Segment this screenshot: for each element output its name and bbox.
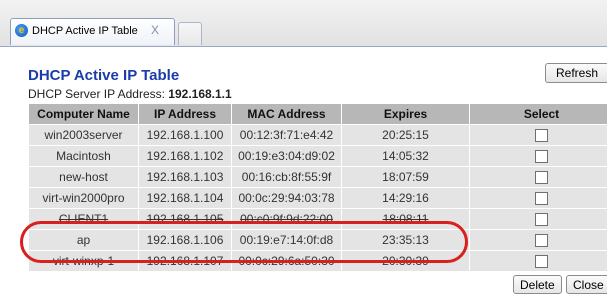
cell-select bbox=[470, 251, 607, 271]
cell-mac-address: 00:16:cb:8f:55:9f bbox=[232, 167, 341, 187]
cell-mac-address: 00:12:3f:71:e4:42 bbox=[232, 125, 341, 145]
cell-select bbox=[470, 188, 607, 208]
cell-mac-address: 00:19:e7:14:0f:d8 bbox=[232, 230, 341, 250]
refresh-button[interactable]: Refresh bbox=[545, 63, 607, 83]
cell-select bbox=[470, 125, 607, 145]
select-checkbox[interactable] bbox=[535, 192, 548, 206]
table-row: Macintosh 192.168.1.102 00:19:e3:04:d9:0… bbox=[29, 146, 607, 166]
cell-computer-name: virt-win2000pro bbox=[29, 188, 138, 208]
cell-computer-name: win2003server bbox=[29, 125, 138, 145]
select-checkbox[interactable] bbox=[535, 150, 548, 164]
browser-tab[interactable]: e DHCP Active IP Table X bbox=[10, 18, 175, 45]
table-row-highlighted: ap 192.168.1.106 00:19:e7:14:0f:d8 23:35… bbox=[29, 230, 607, 250]
tab-title: DHCP Active IP Table bbox=[32, 25, 138, 37]
server-ip-value: 192.168.1.1 bbox=[168, 87, 232, 101]
select-checkbox[interactable] bbox=[535, 213, 548, 227]
cell-ip-address: 192.168.1.106 bbox=[139, 230, 231, 250]
cell-computer-name: ap bbox=[29, 230, 138, 250]
header-mac-address: MAC Address bbox=[232, 104, 341, 124]
page-title: DHCP Active IP Table bbox=[28, 67, 180, 84]
cell-ip-address: 192.168.1.100 bbox=[139, 125, 231, 145]
cell-expires: 18:08:11 bbox=[342, 209, 469, 229]
table-row: CLIENT1 192.168.1.105 00:c0:9f:9d:22:00 … bbox=[29, 209, 607, 229]
cell-ip-address: 192.168.1.104 bbox=[139, 188, 231, 208]
header-computer-name: Computer Name bbox=[29, 104, 138, 124]
cell-computer-name: virt-winxp-1 bbox=[29, 251, 138, 271]
select-checkbox[interactable] bbox=[535, 171, 548, 185]
select-checkbox[interactable] bbox=[535, 129, 548, 143]
table-row: virt-win2000pro 192.168.1.104 00:0c:29:9… bbox=[29, 188, 607, 208]
cell-expires: 20:30:39 bbox=[342, 251, 469, 271]
header-ip-address: IP Address bbox=[139, 104, 231, 124]
close-button[interactable]: Close bbox=[566, 275, 607, 294]
cell-computer-name: new-host bbox=[29, 167, 138, 187]
cell-select bbox=[470, 146, 607, 166]
table-header-row: Computer Name IP Address MAC Address Exp… bbox=[29, 104, 607, 124]
cell-select bbox=[470, 167, 607, 187]
table-row: win2003server 192.168.1.100 00:12:3f:71:… bbox=[29, 125, 607, 145]
cell-mac-address: 00:0c:29:6a:50:30 bbox=[232, 251, 341, 271]
cell-expires: 14:29:16 bbox=[342, 188, 469, 208]
delete-button[interactable]: Delete bbox=[513, 275, 562, 294]
cell-expires: 23:35:13 bbox=[342, 230, 469, 250]
server-ip-line: DHCP Server IP Address: 192.168.1.1 bbox=[28, 87, 232, 101]
cell-mac-address: 00:19:e3:04:d9:02 bbox=[232, 146, 341, 166]
cell-expires: 14:05:32 bbox=[342, 146, 469, 166]
dhcp-table: Computer Name IP Address MAC Address Exp… bbox=[28, 103, 607, 272]
cell-mac-address: 00:c0:9f:9d:22:00 bbox=[232, 209, 341, 229]
cell-ip-address: 192.168.1.102 bbox=[139, 146, 231, 166]
cell-select bbox=[470, 230, 607, 250]
table-row: new-host 192.168.1.103 00:16:cb:8f:55:9f… bbox=[29, 167, 607, 187]
cell-ip-address: 192.168.1.103 bbox=[139, 167, 231, 187]
ie-browser-icon: e bbox=[15, 24, 28, 37]
select-checkbox[interactable] bbox=[535, 234, 548, 248]
cell-ip-address: 192.168.1.105 bbox=[139, 209, 231, 229]
cell-mac-address: 00:0c:29:94:03:78 bbox=[232, 188, 341, 208]
cell-computer-name: Macintosh bbox=[29, 146, 138, 166]
cell-ip-address: 192.168.1.107 bbox=[139, 251, 231, 271]
cell-expires: 20:25:15 bbox=[342, 125, 469, 145]
header-select: Select bbox=[470, 104, 607, 124]
server-ip-label: DHCP Server IP Address: bbox=[28, 87, 165, 101]
cell-expires: 18:07:59 bbox=[342, 167, 469, 187]
new-tab-button[interactable] bbox=[178, 22, 202, 45]
header-expires: Expires bbox=[342, 104, 469, 124]
browser-tab-bar: e DHCP Active IP Table X bbox=[0, 0, 607, 47]
table-row: virt-winxp-1 192.168.1.107 00:0c:29:6a:5… bbox=[29, 251, 607, 271]
cell-computer-name: CLIENT1 bbox=[29, 209, 138, 229]
select-checkbox[interactable] bbox=[535, 255, 548, 269]
tab-close-icon[interactable]: X bbox=[151, 23, 159, 37]
cell-select bbox=[470, 209, 607, 229]
